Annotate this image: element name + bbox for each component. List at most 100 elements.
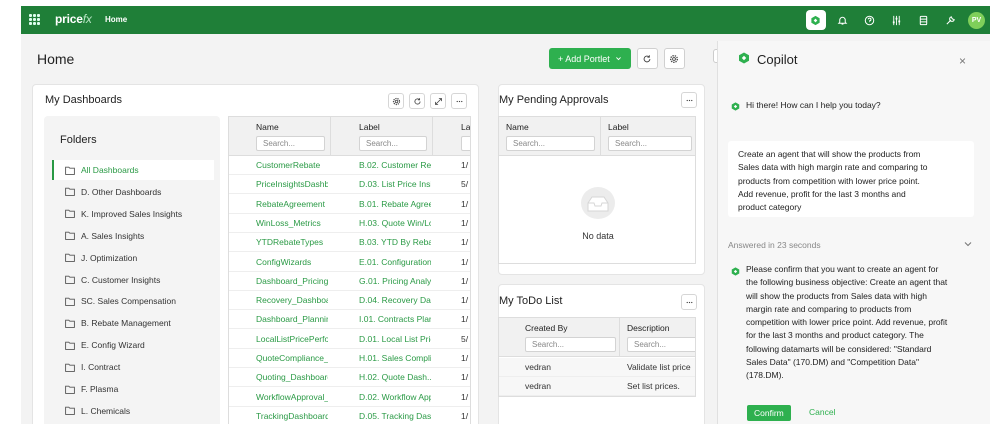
column-label: Name <box>506 122 529 132</box>
folder-item[interactable]: SC. Sales Compensation <box>52 291 214 311</box>
approvals-table: Name Search... Label Search... No data <box>498 116 696 264</box>
folder-item[interactable]: All Dashboards <box>52 160 214 180</box>
confirm-button[interactable]: Confirm <box>747 405 791 421</box>
folder-item[interactable]: F. Plasma <box>52 379 214 399</box>
dashboard-name-cell[interactable]: Quoting_Dashboard <box>256 372 328 382</box>
user-message-line: Sales data with high margin rate and com… <box>738 162 928 173</box>
dashboard-name-cell[interactable]: CustomerRebate <box>256 160 328 170</box>
folder-label: E. Config Wizard <box>81 340 145 351</box>
folder-item[interactable]: L. Chemicals <box>52 401 214 421</box>
column-header-label[interactable]: Label Search... <box>601 117 695 156</box>
folder-label: L. Chemicals <box>81 405 131 416</box>
folder-item[interactable]: I. Contract <box>52 357 214 377</box>
chevron-down-icon[interactable] <box>964 240 972 248</box>
approvals-label-search-input[interactable]: Search... <box>608 136 692 151</box>
approvals-more-button[interactable] <box>681 92 697 108</box>
user-message-line: products from competition with lower pri… <box>738 175 920 186</box>
sliders-icon <box>892 15 901 25</box>
table-row[interactable]: RebateAgreement B.01. Rebate Agree... 1/ <box>229 195 470 214</box>
table-row[interactable]: Recovery_Dashboard D.04. Recovery Das... 1… <box>229 291 470 311</box>
pricefx-logo[interactable]: pricefx <box>55 12 92 26</box>
todo-created-by-cell: vedran <box>525 362 551 372</box>
apps-grid-icon[interactable] <box>29 14 40 25</box>
folder-icon <box>65 341 75 350</box>
add-portlet-button[interactable]: + Add Portlet <box>549 48 631 69</box>
table-row[interactable]: Dashboard_Planning I.01. Contracts Plan..… <box>229 310 470 330</box>
refresh-button[interactable] <box>636 48 658 69</box>
table-row[interactable]: WinLoss_Metrics H.03. Quote Win/Lo... 1/ <box>229 214 470 233</box>
tools-button[interactable] <box>937 6 964 34</box>
todo-more-button[interactable] <box>681 294 697 310</box>
folder-item[interactable]: D. Other Dashboards <box>52 182 214 202</box>
cancel-button[interactable]: Cancel <box>809 407 835 417</box>
dashboard-label-cell: B.01. Rebate Agree... <box>359 198 431 209</box>
dashboard-extra-cell: 1/ <box>461 314 469 325</box>
help-button[interactable] <box>856 6 883 34</box>
dashboard-name-cell[interactable]: PriceInsightsDashb... <box>256 179 328 189</box>
column-header-created-by[interactable]: Created By Search... <box>499 318 620 357</box>
table-row[interactable]: Quoting_Dashboard H.02. Quote Dash... 1/ <box>229 368 470 388</box>
table-row[interactable]: vedran Set list prices. <box>499 377 695 396</box>
dashboard-name-cell[interactable]: RebateAgreement <box>256 199 328 209</box>
folder-item[interactable]: A. Sales Insights <box>52 226 214 246</box>
notifications-button[interactable] <box>829 6 856 34</box>
approvals-name-search-input[interactable]: Search... <box>506 136 595 151</box>
folder-icon <box>65 210 75 219</box>
dashboards-expand-button[interactable] <box>430 93 446 109</box>
dashboard-name-cell[interactable]: LocalListPricePerfo... <box>256 334 328 344</box>
table-row[interactable]: QuoteCompliance_... H.01. Sales Complia..… <box>229 349 470 368</box>
column-header-description[interactable]: Description Search... <box>620 318 695 357</box>
dashboards-refresh-button[interactable] <box>409 93 425 109</box>
folder-item[interactable]: K. Improved Sales Insights <box>52 204 214 224</box>
database-button[interactable] <box>910 6 937 34</box>
dashboard-name-cell[interactable]: Dashboard_Pricing_... <box>256 276 328 286</box>
table-row[interactable]: LocalListPricePerfo... D.01. Local List P… <box>229 330 470 349</box>
dashboards-more-button[interactable] <box>451 93 467 109</box>
dashboard-label-cell: H.02. Quote Dash... <box>359 372 431 383</box>
folder-item[interactable]: B. Rebate Management <box>52 313 214 333</box>
dashboard-name-cell[interactable]: ConfigWizards <box>256 257 328 267</box>
extra-search-input[interactable] <box>461 136 470 151</box>
dashboard-name-cell[interactable]: WinLoss_Metrics <box>256 218 328 228</box>
folder-item[interactable]: C. Customer Insights <box>52 270 214 290</box>
column-header-extra[interactable]: La <box>433 117 470 156</box>
answer-line: for the last 3 months and product catego… <box>746 330 924 341</box>
table-row[interactable]: PriceInsightsDashb... D.03. List Price In… <box>229 175 470 195</box>
dashboard-name-cell[interactable]: Recovery_Dashboard <box>256 295 328 305</box>
settings-sliders-button[interactable] <box>883 6 910 34</box>
expand-icon <box>434 97 442 105</box>
dashboard-extra-cell: 1/ <box>461 237 469 248</box>
table-row[interactable]: TrackingDashboard D.05. Tracking Dash... 1… <box>229 407 470 424</box>
table-row[interactable]: WorkflowApproval_... D.02. Workflow App..… <box>229 388 470 407</box>
copilot-icon <box>811 15 820 25</box>
dashboard-name-cell[interactable]: QuoteCompliance_... <box>256 353 328 363</box>
close-copilot-button[interactable]: × <box>959 54 966 68</box>
dashboard-name-cell[interactable]: TrackingDashboard <box>256 411 328 421</box>
label-search-input[interactable]: Search... <box>359 136 427 151</box>
table-row[interactable]: CustomerRebate B.02. Customer Reb... 1/ <box>229 156 470 175</box>
folder-item[interactable]: J. Optimization <box>52 248 214 268</box>
description-search-input[interactable]: Search... <box>627 337 695 352</box>
dashboards-settings-button[interactable] <box>388 93 404 109</box>
dashboard-label-cell: G.01. Pricing Analyst <box>359 275 431 286</box>
page-settings-button[interactable] <box>663 48 685 69</box>
answer-line: Sales Data" (170.DM) and "Competition Da… <box>746 357 919 368</box>
dashboard-name-cell[interactable]: WorkflowApproval_... <box>256 392 328 402</box>
created-by-search-input[interactable]: Search... <box>525 337 616 352</box>
my-dashboards-title: My Dashboards <box>45 94 123 106</box>
table-row[interactable]: vedran Validate list price <box>499 358 695 377</box>
table-row[interactable]: ConfigWizards E.01. Configuration ... 1/ <box>229 253 470 272</box>
folder-item[interactable]: E. Config Wizard <box>52 335 214 355</box>
column-header-name[interactable]: Name Search... <box>499 117 601 156</box>
folder-label: D. Other Dashboards <box>81 186 162 197</box>
dashboard-name-cell[interactable]: YTDRebateTypes <box>256 237 328 247</box>
column-header-label[interactable]: Label Search... <box>331 117 433 156</box>
copilot-toggle-button[interactable] <box>802 6 829 34</box>
table-row[interactable]: Dashboard_Pricing_... G.01. Pricing Analy… <box>229 272 470 291</box>
name-search-input[interactable]: Search... <box>256 136 325 151</box>
user-avatar[interactable]: PV <box>968 11 985 29</box>
column-header-name[interactable]: Name Search... <box>229 117 331 156</box>
dashboard-name-cell[interactable]: Dashboard_Planning <box>256 314 328 324</box>
table-row[interactable]: YTDRebateTypes B.03. YTD By Rebat... 1/ <box>229 233 470 253</box>
folder-label: F. Plasma <box>81 384 119 394</box>
